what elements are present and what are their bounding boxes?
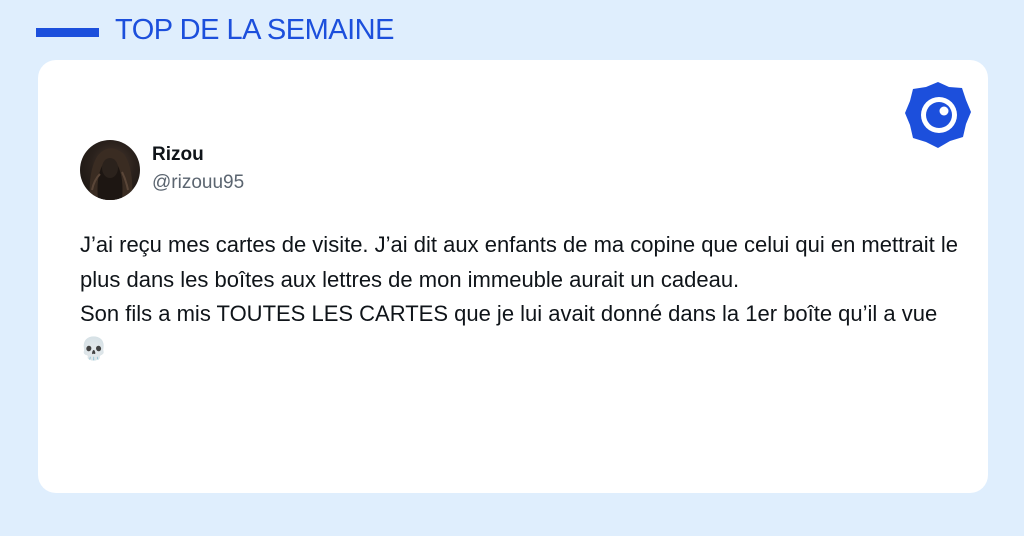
avatar[interactable] bbox=[80, 140, 140, 200]
author-name[interactable]: Rizou bbox=[152, 144, 204, 166]
avatar-image bbox=[89, 148, 133, 200]
header-accent-bar bbox=[36, 28, 99, 37]
brand-badge-icon bbox=[905, 82, 971, 148]
tweet-card: Rizou @rizouu95 J’ai reçu mes cartes de … bbox=[38, 60, 988, 493]
author-handle[interactable]: @rizouu95 bbox=[152, 172, 244, 194]
tweet-text: J’ai reçu mes cartes de visite. J’ai dit… bbox=[80, 232, 959, 361]
page-title: TOP DE LA SEMAINE bbox=[115, 14, 394, 46]
